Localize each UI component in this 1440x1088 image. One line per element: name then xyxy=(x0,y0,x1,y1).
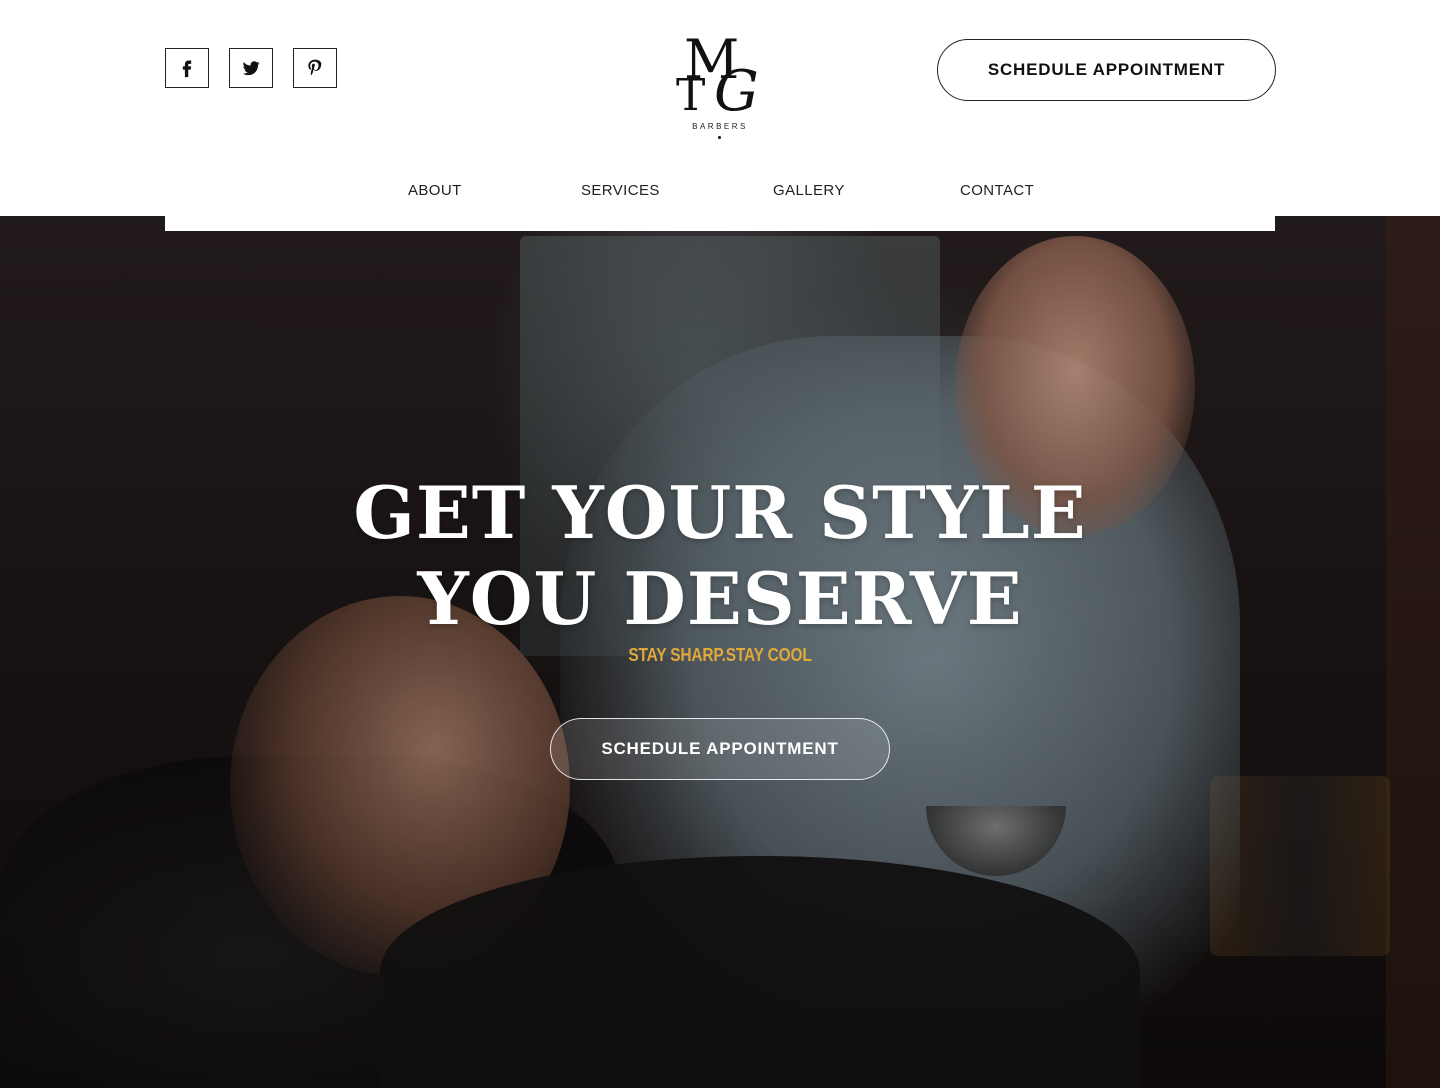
hero-headline: GET YOUR STYLE YOU DESERVE xyxy=(320,470,1120,642)
nav-item-services[interactable]: SERVICES xyxy=(581,182,660,199)
nav-item-gallery[interactable]: GALLERY xyxy=(773,182,845,199)
logo-letter-t: T xyxy=(676,70,706,121)
hero-tagline: STAY SHARP.STAY COOL xyxy=(628,645,812,665)
hero-headline-line-1: GET YOUR STYLE xyxy=(353,470,1087,555)
hero-headline-line-2: YOU DESERVE xyxy=(417,556,1023,641)
main-nav: ABOUT SERVICES GALLERY CONTACT xyxy=(0,182,1440,202)
schedule-appointment-button-hero[interactable]: SCHEDULE APPOINTMENT xyxy=(550,718,890,780)
logo-monogram: M T G xyxy=(672,30,768,121)
pinterest-button[interactable] xyxy=(293,48,337,88)
facebook-icon xyxy=(182,60,192,78)
nav-item-contact[interactable]: CONTACT xyxy=(960,182,1034,199)
brand-logo[interactable]: M T G BARBERS xyxy=(672,30,768,142)
pinterest-icon xyxy=(308,59,322,76)
logo-letter-g: G xyxy=(714,59,759,124)
nav-item-about[interactable]: ABOUT xyxy=(408,182,462,199)
facebook-button[interactable] xyxy=(165,48,209,88)
social-links xyxy=(165,48,337,88)
twitter-icon xyxy=(242,61,260,76)
twitter-button[interactable] xyxy=(229,48,273,88)
logo-dot xyxy=(718,136,721,139)
logo-subtitle: BARBERS xyxy=(692,122,748,131)
schedule-appointment-button-header[interactable]: SCHEDULE APPOINTMENT xyxy=(937,39,1276,101)
header-bottom-strip xyxy=(165,216,1275,231)
